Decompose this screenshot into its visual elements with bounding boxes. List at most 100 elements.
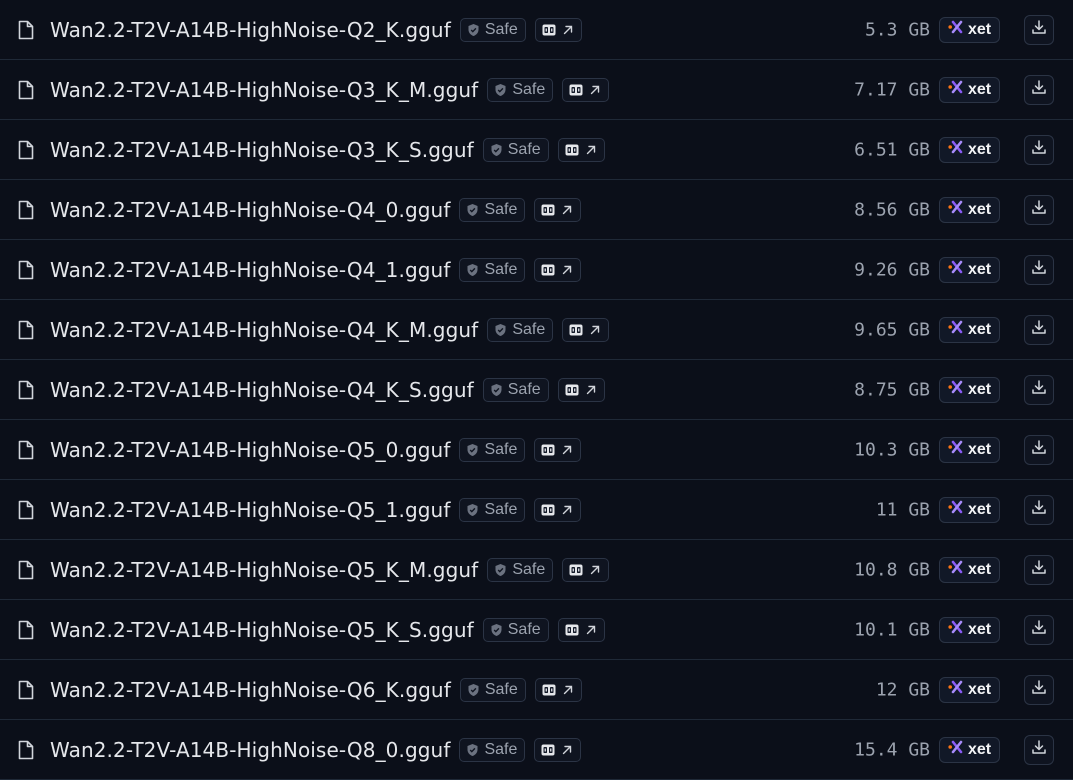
download-button[interactable] [1024,434,1054,465]
file-name-group: Wan2.2-T2V-A14B-HighNoise-Q5_K_S.gguf Sa… [50,617,605,642]
safe-badge[interactable]: Safe [487,317,554,342]
safe-label: Safe [484,440,518,458]
gguf-viewer-button[interactable] [557,617,605,642]
gguf-viewer-button[interactable] [562,557,610,582]
file-name-link[interactable]: Wan2.2-T2V-A14B-HighNoise-Q8_0.gguf [50,738,450,762]
xet-label: xet [967,380,992,398]
download-icon [1031,499,1047,520]
safe-label: Safe [512,320,546,338]
gguf-viewer-button[interactable] [534,737,582,762]
file-row: Wan2.2-T2V-A14B-HighNoise-Q5_1.gguf Safe [0,480,1073,540]
xet-badge[interactable]: xet [939,136,1000,163]
download-button[interactable] [1024,554,1054,585]
gguf-viewer-icon [569,324,583,336]
safe-badge[interactable]: Safe [459,677,526,702]
safe-badge[interactable]: Safe [459,497,526,522]
gguf-viewer-button[interactable] [534,17,582,42]
file-icon [18,740,34,760]
safe-badge[interactable]: Safe [459,17,526,42]
file-size: 11 GB [875,499,930,520]
download-button[interactable] [1024,14,1054,45]
file-name-link[interactable]: Wan2.2-T2V-A14B-HighNoise-Q6_K.gguf [50,678,451,702]
xet-label: xet [967,260,992,278]
download-button[interactable] [1024,74,1054,105]
gguf-viewer-button[interactable] [562,77,610,102]
xet-badge[interactable]: xet [939,496,1000,523]
xet-badge[interactable]: xet [939,556,1000,583]
file-icon [18,620,34,640]
safe-badge[interactable]: Safe [459,197,526,222]
gguf-viewer-icon [569,564,583,576]
file-name-link[interactable]: Wan2.2-T2V-A14B-HighNoise-Q5_K_S.gguf [50,618,474,642]
gguf-viewer-button[interactable] [557,137,605,162]
file-name-link[interactable]: Wan2.2-T2V-A14B-HighNoise-Q4_1.gguf [50,258,450,282]
xet-badge[interactable]: xet [939,76,1000,103]
xet-label: xet [967,560,992,578]
shield-check-icon [466,503,479,517]
arrow-up-right-icon [585,144,597,156]
file-size: 9.65 GB [854,319,930,340]
safe-badge[interactable]: Safe [459,437,526,462]
download-button[interactable] [1024,134,1054,165]
download-button[interactable] [1024,614,1054,645]
xet-badge[interactable]: xet [939,256,1000,283]
gguf-viewer-button[interactable] [534,257,582,282]
file-name-link[interactable]: Wan2.2-T2V-A14B-HighNoise-Q5_K_M.gguf [50,558,478,582]
download-icon [1031,259,1047,280]
download-icon [1031,199,1047,220]
xet-badge[interactable]: xet [939,16,1000,43]
gguf-viewer-button[interactable] [534,677,582,702]
file-name-link[interactable]: Wan2.2-T2V-A14B-HighNoise-Q3_K_S.gguf [50,138,474,162]
xet-badge[interactable]: xet [939,196,1000,223]
file-name-link[interactable]: Wan2.2-T2V-A14B-HighNoise-Q4_K_S.gguf [50,378,474,402]
xet-badge[interactable]: xet [939,616,1000,643]
gguf-viewer-button[interactable] [534,197,582,222]
shield-check-icon [490,383,503,397]
file-name-link[interactable]: Wan2.2-T2V-A14B-HighNoise-Q5_0.gguf [50,438,450,462]
safe-badge[interactable]: Safe [482,377,549,402]
file-name-link[interactable]: Wan2.2-T2V-A14B-HighNoise-Q2_K.gguf [50,18,451,42]
xet-badge[interactable]: xet [939,676,1000,703]
gguf-viewer-button[interactable] [557,377,605,402]
download-button[interactable] [1024,494,1054,525]
safe-badge[interactable]: Safe [482,617,549,642]
download-button[interactable] [1024,674,1054,705]
arrow-up-right-icon [561,504,573,516]
safe-label: Safe [512,560,546,578]
safe-label: Safe [484,200,518,218]
file-row: Wan2.2-T2V-A14B-HighNoise-Q6_K.gguf Safe [0,660,1073,720]
xet-badge[interactable]: xet [939,436,1000,463]
download-button[interactable] [1024,734,1054,765]
download-button[interactable] [1024,194,1054,225]
safe-label: Safe [484,260,518,278]
xet-label: xet [967,140,992,158]
safe-badge[interactable]: Safe [487,77,554,102]
download-button[interactable] [1024,254,1054,285]
file-size: 8.56 GB [854,199,930,220]
file-row: Wan2.2-T2V-A14B-HighNoise-Q4_1.gguf Safe [0,240,1073,300]
file-name-group: Wan2.2-T2V-A14B-HighNoise-Q4_1.gguf Safe [50,257,582,282]
xet-logo-icon [948,440,964,459]
xet-badge[interactable]: xet [939,376,1000,403]
gguf-viewer-button[interactable] [534,437,582,462]
file-size: 12 GB [875,679,930,700]
gguf-viewer-button[interactable] [562,317,610,342]
download-button[interactable] [1024,314,1054,345]
file-name-link[interactable]: Wan2.2-T2V-A14B-HighNoise-Q5_1.gguf [50,498,450,522]
xet-label: xet [967,680,992,698]
safe-badge[interactable]: Safe [487,557,554,582]
safe-badge[interactable]: Safe [459,737,526,762]
xet-badge[interactable]: xet [939,736,1000,763]
shield-check-icon [466,203,479,217]
safe-badge[interactable]: Safe [482,137,549,162]
gguf-viewer-button[interactable] [534,497,582,522]
xet-badge[interactable]: xet [939,316,1000,343]
safe-badge[interactable]: Safe [459,257,526,282]
file-size: 15.4 GB [854,739,930,760]
file-name-link[interactable]: Wan2.2-T2V-A14B-HighNoise-Q4_K_M.gguf [50,318,478,342]
file-name-link[interactable]: Wan2.2-T2V-A14B-HighNoise-Q3_K_M.gguf [50,78,478,102]
download-button[interactable] [1024,374,1054,405]
download-icon [1031,679,1047,700]
file-name-link[interactable]: Wan2.2-T2V-A14B-HighNoise-Q4_0.gguf [50,198,450,222]
xet-label: xet [967,740,992,758]
